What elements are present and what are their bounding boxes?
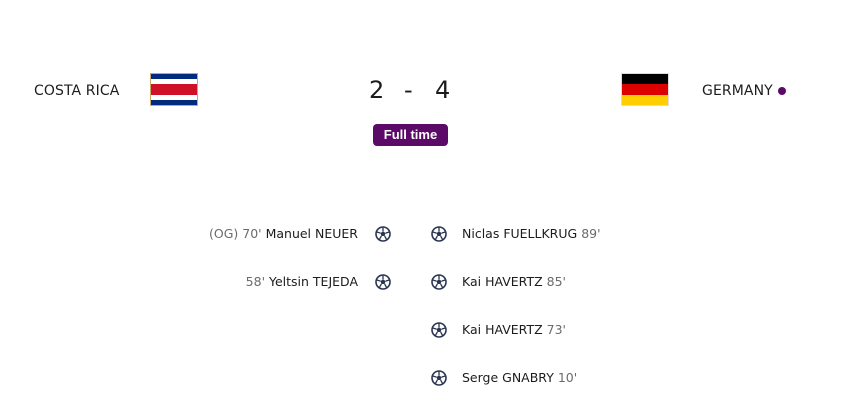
goal-scorer[interactable]: Kai HAVERTZ: [462, 322, 543, 337]
home-goal-row: (OG) 70' Manuel NEUER: [209, 224, 358, 244]
goal-minute: 58': [245, 274, 266, 289]
away-goal-row: Kai HAVERTZ 73': [462, 320, 566, 340]
goal-minute: 85': [546, 274, 566, 289]
soccer-ball-icon: [431, 274, 447, 290]
away-goal-row: Niclas FUELLKRUG 89': [462, 224, 601, 244]
goal-minute: 89': [581, 226, 601, 241]
goal-scorer[interactable]: Niclas FUELLKRUG: [462, 226, 577, 241]
home-score: 2: [369, 76, 385, 104]
home-team-name[interactable]: COSTA RICA: [34, 83, 119, 99]
goal-scorer[interactable]: Kai HAVERTZ: [462, 274, 543, 289]
goal-minute: 10': [557, 370, 578, 385]
goal-scorer[interactable]: Manuel NEUER: [266, 226, 358, 241]
costa-rica-flag-icon: [150, 73, 198, 106]
live-indicator-dot: [778, 87, 786, 95]
match-status-badge: Full time: [373, 124, 448, 146]
away-score: 4: [435, 76, 451, 104]
soccer-ball-icon: [375, 226, 391, 242]
soccer-ball-icon: [375, 274, 391, 290]
goal-scorer[interactable]: Yeltsin TEJEDA: [269, 274, 358, 289]
goal-scorer[interactable]: Serge GNABRY: [462, 370, 554, 385]
score-separator: -: [404, 76, 413, 104]
goal-minute: 70': [242, 226, 262, 241]
own-goal-label: (OG): [208, 226, 239, 241]
germany-flag-icon: [621, 73, 669, 106]
away-goal-row: Serge GNABRY 10': [462, 368, 577, 388]
soccer-ball-icon: [431, 370, 447, 386]
home-goal-row: 58' Yeltsin TEJEDA: [246, 272, 358, 292]
soccer-ball-icon: [431, 322, 447, 338]
goal-minute: 73': [546, 322, 566, 337]
away-goal-row: Kai HAVERTZ 85': [462, 272, 566, 292]
soccer-ball-icon: [431, 226, 447, 242]
away-team-name[interactable]: GERMANY: [702, 83, 773, 99]
